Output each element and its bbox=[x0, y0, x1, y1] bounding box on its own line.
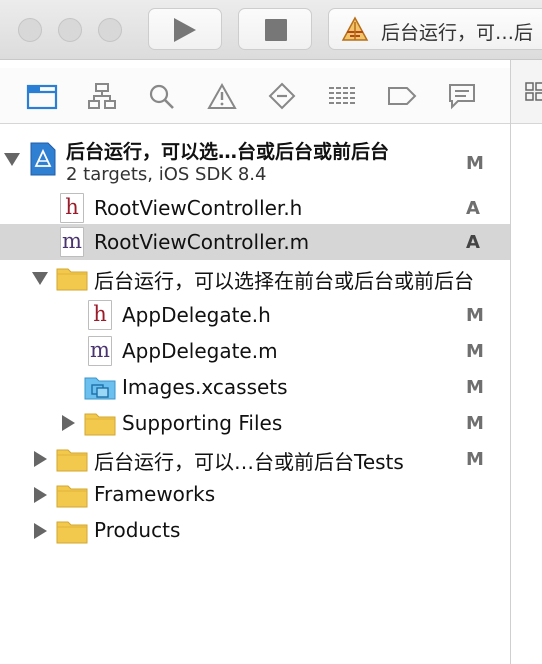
related-items-icon[interactable] bbox=[525, 82, 542, 102]
stop-icon bbox=[265, 19, 287, 41]
editor-jump-bar bbox=[511, 60, 542, 124]
symbol-navigator-icon[interactable] bbox=[86, 82, 118, 110]
play-icon bbox=[174, 18, 196, 42]
run-button[interactable] bbox=[148, 8, 222, 50]
header-file-icon: h bbox=[88, 300, 112, 330]
scheme-selector[interactable]: 后台运行，可…后 bbox=[328, 8, 542, 50]
disclosure-collapsed-icon[interactable] bbox=[34, 451, 47, 467]
xcode-project-icon bbox=[30, 142, 56, 176]
folder-icon bbox=[84, 413, 116, 436]
scheme-label: 后台运行，可…后 bbox=[381, 22, 534, 44]
disclosure-expanded-icon[interactable] bbox=[32, 272, 48, 285]
issue-navigator-icon[interactable] bbox=[206, 82, 238, 110]
test-navigator-icon[interactable] bbox=[266, 82, 298, 110]
window-toolbar: 后台运行，可…后 bbox=[0, 0, 542, 60]
project-navigator-icon[interactable] bbox=[26, 82, 58, 110]
navigator-selector-bar bbox=[0, 68, 510, 124]
close-window-button[interactable] bbox=[18, 18, 42, 42]
stop-button[interactable] bbox=[238, 8, 312, 50]
file-status-badge: A bbox=[466, 232, 480, 253]
folder-icon bbox=[56, 485, 88, 508]
group-label: Products bbox=[94, 518, 181, 542]
implementation-file-icon: m bbox=[60, 227, 84, 257]
file-label: AppDelegate.h bbox=[122, 303, 271, 327]
file-label: RootViewController.m bbox=[94, 230, 310, 254]
implementation-file-icon: m bbox=[88, 336, 112, 366]
group-row-main[interactable]: 后台运行，可以选择在前台或后台或前后台 bbox=[0, 260, 510, 296]
file-label: Images.xcassets bbox=[122, 375, 288, 399]
group-row-supporting-files[interactable]: Supporting Files M bbox=[0, 405, 510, 441]
group-label: 后台运行，可以…台或前后台Tests bbox=[94, 450, 404, 474]
group-label: Frameworks bbox=[94, 482, 216, 506]
disclosure-collapsed-icon[interactable] bbox=[34, 487, 47, 503]
file-label: AppDelegate.m bbox=[122, 339, 278, 363]
header-file-icon: h bbox=[60, 193, 84, 223]
file-row-appdelegate-m[interactable]: m AppDelegate.m M bbox=[0, 333, 510, 369]
minimize-window-button[interactable] bbox=[58, 18, 82, 42]
file-row-images-xcassets[interactable]: Images.xcassets M bbox=[0, 369, 510, 405]
file-status-badge: A bbox=[466, 198, 480, 219]
project-subtitle: 2 targets, iOS SDK 8.4 bbox=[66, 164, 267, 185]
file-status-badge: M bbox=[466, 413, 484, 434]
app-scheme-icon bbox=[341, 16, 369, 41]
folder-icon bbox=[56, 449, 88, 472]
navigator-divider[interactable] bbox=[510, 60, 511, 664]
find-navigator-icon[interactable] bbox=[146, 82, 178, 110]
file-status-badge: M bbox=[466, 341, 484, 362]
file-row-rootviewcontroller-h[interactable]: h RootViewController.h A bbox=[0, 190, 510, 226]
file-status-badge: M bbox=[466, 449, 484, 470]
file-row-appdelegate-h[interactable]: h AppDelegate.h M bbox=[0, 297, 510, 333]
group-row-tests[interactable]: 后台运行，可以…台或前后台Tests M bbox=[0, 441, 510, 477]
folder-icon bbox=[56, 521, 88, 544]
file-status-badge: M bbox=[466, 305, 484, 326]
project-root-row[interactable]: 后台运行，可以选…台或后台或前后台 2 targets, iOS SDK 8.4… bbox=[0, 129, 510, 187]
zoom-window-button[interactable] bbox=[98, 18, 122, 42]
file-status-badge: M bbox=[466, 377, 484, 398]
file-row-rootviewcontroller-m[interactable]: m RootViewController.m A bbox=[0, 224, 510, 260]
group-label: Supporting Files bbox=[122, 411, 283, 435]
file-label: RootViewController.h bbox=[94, 196, 303, 220]
disclosure-expanded-icon[interactable] bbox=[4, 153, 20, 166]
breakpoint-navigator-icon[interactable] bbox=[386, 82, 418, 110]
folder-icon bbox=[56, 268, 88, 291]
group-row-products[interactable]: Products bbox=[0, 513, 510, 549]
project-status-badge: M bbox=[466, 153, 484, 174]
project-title: 后台运行，可以选…台或后台或前后台 bbox=[66, 141, 390, 163]
report-navigator-icon[interactable] bbox=[446, 82, 478, 110]
disclosure-collapsed-icon[interactable] bbox=[34, 523, 47, 539]
debug-navigator-icon[interactable] bbox=[326, 82, 358, 110]
asset-catalog-icon bbox=[84, 377, 116, 400]
disclosure-collapsed-icon[interactable] bbox=[62, 415, 75, 431]
group-label: 后台运行，可以选择在前台或后台或前后台 bbox=[94, 269, 474, 293]
project-file-tree: 后台运行，可以选…台或后台或前后台 2 targets, iOS SDK 8.4… bbox=[0, 125, 510, 664]
group-row-frameworks[interactable]: Frameworks bbox=[0, 477, 510, 513]
